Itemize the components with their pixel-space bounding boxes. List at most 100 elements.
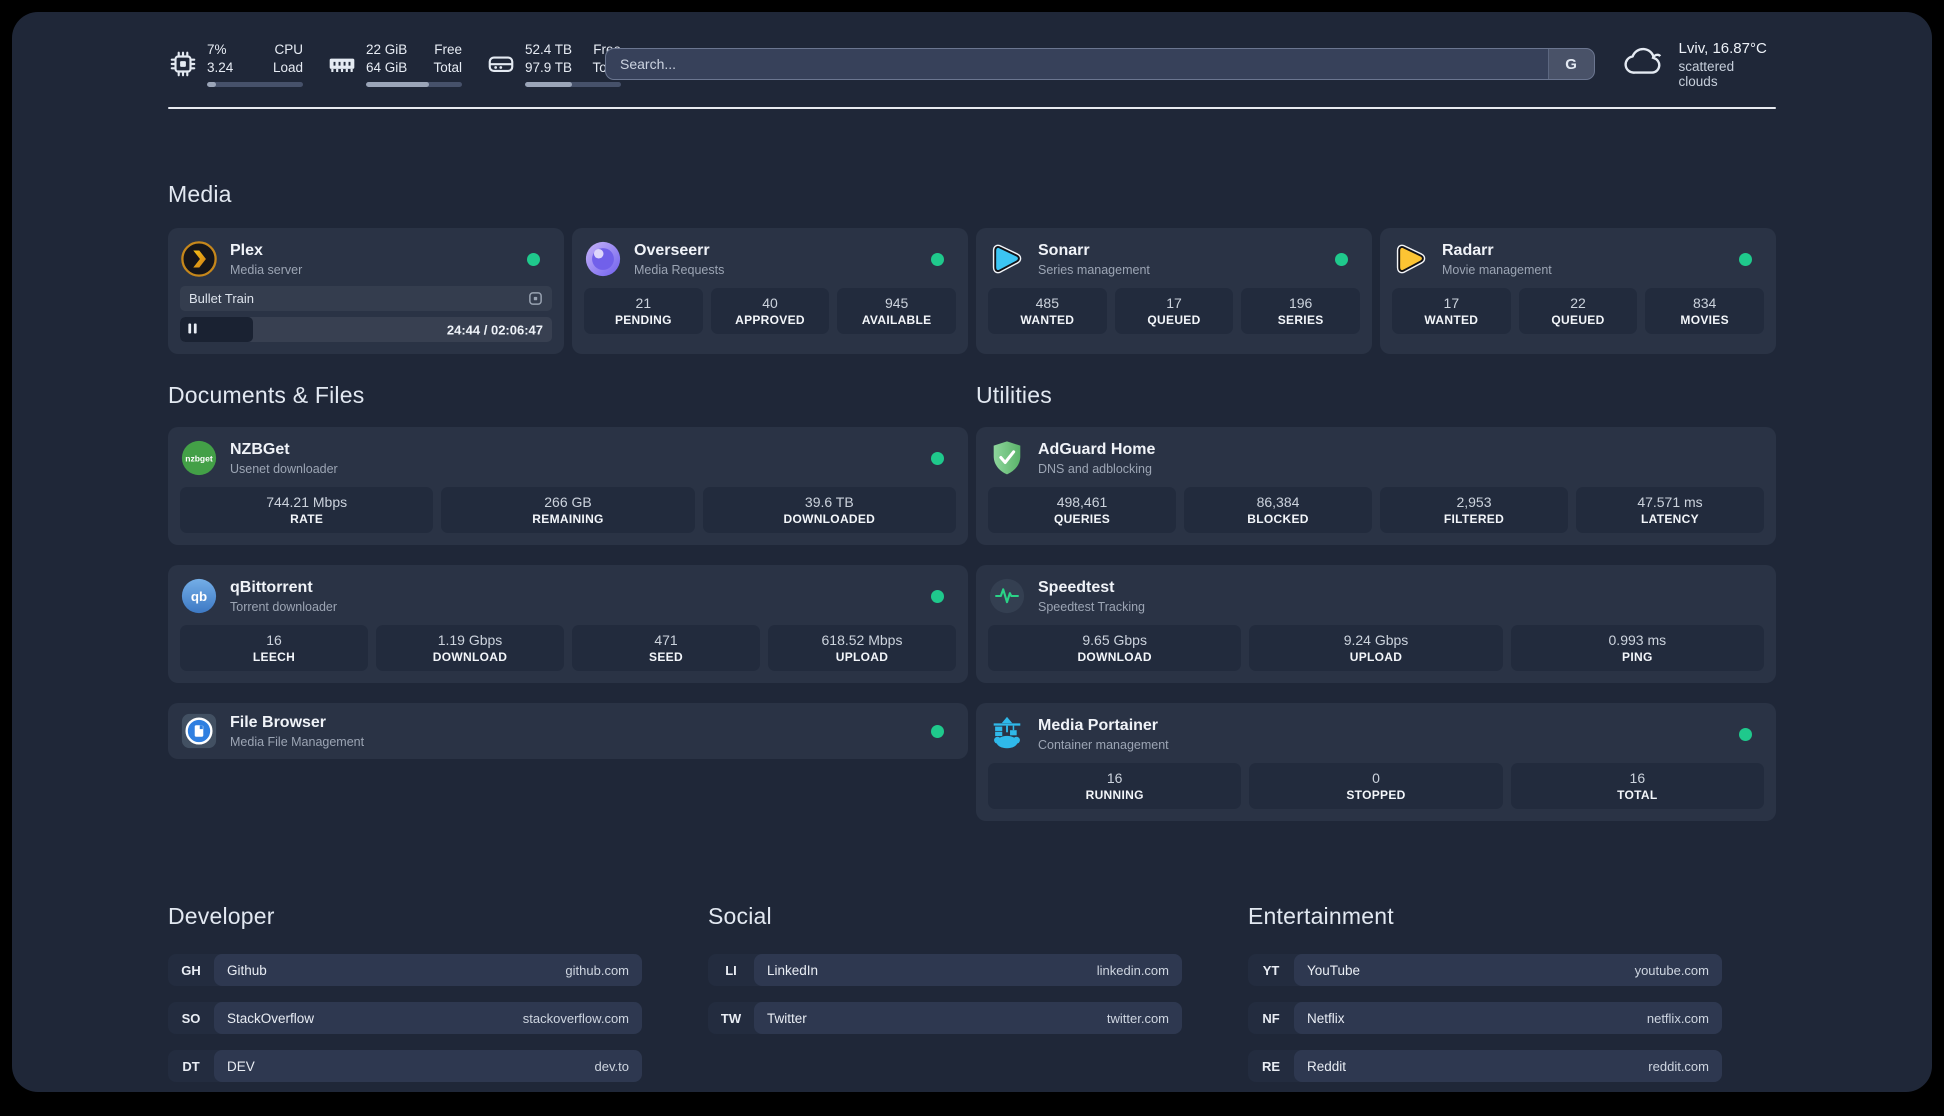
search-input[interactable] (606, 49, 1548, 79)
stat-value: 0.993 ms (1608, 632, 1667, 648)
app-description: Speedtest Tracking (1038, 599, 1146, 614)
stat-tile: 16 LEECH (180, 625, 368, 671)
app-card-adguard[interactable]: AdGuard Home DNS and adblocking 498,461 Q… (976, 427, 1776, 545)
link-url: twitter.com (1106, 1010, 1169, 1026)
stat-label: REMAINING (532, 512, 604, 526)
app-name: Overseerr (634, 241, 710, 259)
app-name: Sonarr (1038, 241, 1090, 259)
link-abbr: YT (1262, 962, 1280, 978)
cpu-label: CPU (274, 42, 303, 58)
stat-label: DOWNLOAD (432, 650, 508, 664)
stat-tile: 86,384 BLOCKED (1184, 487, 1372, 533)
link-name: Github (227, 962, 267, 978)
stat-tile: 266 GB REMAINING (441, 487, 695, 533)
stat-tile: 498,461 QUERIES (988, 487, 1176, 533)
plex-icon (180, 240, 218, 278)
storage-stat: 52.4 TB97.9 TB FreeTotal (486, 41, 621, 87)
memory-progress-fill (366, 81, 430, 87)
stat-label: SERIES (1277, 313, 1324, 327)
now-playing-title: Bullet Train (189, 291, 255, 306)
link-row-linkedin[interactable]: LI LinkedIn linkedin.com (708, 954, 1182, 986)
app-card-portainer[interactable]: Media Portainer Container management 16 R… (976, 703, 1776, 821)
stat-value: 16 (1106, 770, 1123, 786)
nzbget-icon: nzbget (180, 439, 218, 477)
app-card-sonarr[interactable]: Sonarr Series management 485 WANTED 17 QUE… (976, 228, 1372, 354)
app-card-speedtest[interactable]: Speedtest Speedtest Tracking 9.65 Gbps DO… (976, 565, 1776, 683)
link-row-reddit[interactable]: RE Reddit reddit.com (1248, 1050, 1722, 1082)
stat-value: 834 (1692, 295, 1717, 311)
stat-label: FILTERED (1443, 512, 1505, 526)
weather-location-temp: Lviv, 16.87°C (1678, 39, 1767, 57)
player-device-icon[interactable] (528, 291, 543, 306)
stat-tile: 196 SERIES (1241, 288, 1360, 334)
stat-value: 16 (1629, 770, 1646, 786)
status-dot-online (1739, 727, 1752, 741)
link-url: dev.to (594, 1058, 629, 1074)
stat-value: 40 (762, 295, 778, 311)
stat-label: STOPPED (1346, 788, 1406, 802)
adguard-icon (988, 439, 1026, 477)
stat-tile: 9.24 Gbps UPLOAD (1249, 625, 1503, 671)
stat-tile: 0.993 ms PING (1510, 625, 1764, 671)
documents-section: Documents & Files nzbget NZBGet Usenet d… (168, 382, 968, 841)
system-stats: 7% 3.24 CPU Load 22 GiB 64 GiB Free Total (168, 41, 621, 87)
stat-value: 17 (1443, 295, 1460, 311)
link-row-github[interactable]: GH Github github.com (168, 954, 642, 986)
qbittorrent-icon: qb (180, 577, 218, 615)
stat-tile: 17 WANTED (1392, 288, 1511, 334)
stat-tile: 485 WANTED (988, 288, 1107, 334)
player-progress-bar[interactable]: 24:44 / 02:06:47 (180, 317, 552, 342)
link-name: Twitter (767, 1010, 807, 1026)
link-name: LinkedIn (767, 962, 819, 978)
media-section-title: Media (168, 181, 232, 207)
link-abbr: RE (1261, 1058, 1281, 1074)
stat-value: 471 (654, 632, 678, 648)
link-row-netflix[interactable]: NF Netflix netflix.com (1248, 1002, 1722, 1034)
stat-label: QUERIES (1053, 512, 1111, 526)
utilities-section-title: Utilities (976, 382, 1052, 408)
memory-stat-body: 22 GiB 64 GiB Free Total (366, 41, 462, 87)
app-card-filebrowser[interactable]: File Browser Media File Management (168, 703, 968, 759)
link-url: youtube.com (1634, 962, 1709, 978)
link-row-twitter[interactable]: TW Twitter twitter.com (708, 1002, 1182, 1034)
developer-section-title: Developer (168, 903, 275, 929)
weather-widget[interactable]: Lviv, 16.87°C scattered clouds (1622, 40, 1776, 89)
stat-value: 1.19 Gbps (437, 632, 503, 648)
stat-value: 196 (1288, 295, 1313, 311)
app-name: Media Portainer (1038, 716, 1159, 734)
link-row-dev[interactable]: DT DEV dev.to (168, 1050, 642, 1082)
stat-label: RATE (290, 512, 324, 526)
ram-icon (327, 49, 357, 79)
stat-tile: 17 QUEUED (1114, 288, 1234, 334)
app-card-radarr[interactable]: Radarr Movie management 17 WANTED 22 QUEUE… (1380, 228, 1776, 354)
weather-condition: scattered clouds (1678, 58, 1735, 89)
top-divider (168, 107, 1776, 109)
stat-value: 39.6 TB (804, 494, 854, 510)
app-card-qbittorrent[interactable]: qb qBittorrent Torrent downloader 16 LEEC… (168, 565, 968, 683)
stat-label: WANTED (1020, 313, 1075, 327)
stat-label: WANTED (1424, 313, 1479, 327)
link-row-youtube[interactable]: YT YouTube youtube.com (1248, 954, 1722, 986)
stat-label: MOVIES (1680, 313, 1729, 327)
search-engine-button[interactable]: G (1547, 49, 1594, 79)
app-description: Movie management (1442, 262, 1552, 277)
link-url: netflix.com (1646, 1010, 1709, 1026)
stat-tile: 39.6 TB DOWNLOADED (702, 487, 956, 533)
app-card-plex[interactable]: Plex Media server Bullet Train 24:44 / 0… (168, 228, 564, 354)
stat-tile: 9.65 Gbps DOWNLOAD (988, 625, 1242, 671)
link-row-stackoverflow[interactable]: SO StackOverflow stackoverflow.com (168, 1002, 642, 1034)
pause-icon[interactable] (187, 321, 198, 339)
stat-value: 485 (1035, 295, 1059, 311)
stat-label: PENDING (614, 313, 672, 327)
app-card-nzbget[interactable]: nzbget NZBGet Usenet downloader 744.21 M… (168, 427, 968, 545)
status-dot-online (931, 589, 944, 603)
app-card-overseerr[interactable]: Overseerr Media Requests 21 PENDING 40 APP… (572, 228, 968, 354)
link-name: YouTube (1307, 962, 1361, 978)
link-name: StackOverflow (227, 1010, 315, 1026)
stat-value: 21 (635, 295, 652, 311)
cpu-load-value: 3.24 (207, 60, 234, 75)
utilities-section: Utilities AdGuard Home DNS and adblockin… (976, 382, 1776, 841)
stat-tile: 1.19 Gbps DOWNLOAD (376, 625, 564, 671)
status-dot-online (931, 252, 944, 266)
app-description: Media File Management (230, 734, 365, 749)
